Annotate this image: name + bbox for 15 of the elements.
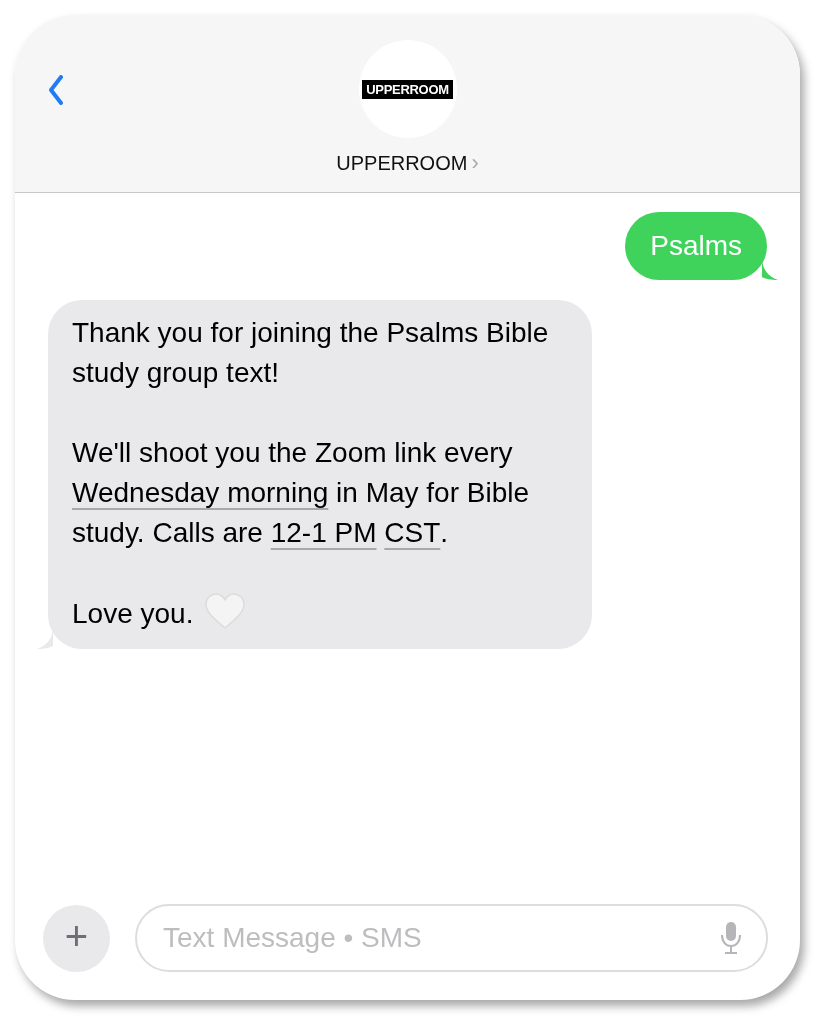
heart-icon <box>205 593 246 629</box>
add-button[interactable]: + <box>43 904 110 972</box>
microphone-icon[interactable] <box>720 921 742 955</box>
message-text: We'll shoot you the Zoom link every Wednesday morning in May for Bible study. Calls are 12-1 PM CST. <box>72 433 568 553</box>
date-link[interactable]: 12-1 PM <box>270 513 377 553</box>
message-text: Thank you for joining the Psalms Bible study group text! <box>72 316 550 390</box>
message-text: Psalms <box>650 229 742 263</box>
message-text: Love you. <box>72 593 568 634</box>
date-link[interactable]: Wednesday morning <box>72 473 329 513</box>
logo: UPPERROOM <box>362 79 453 99</box>
date-link[interactable]: CST <box>384 513 441 553</box>
back-icon[interactable] <box>48 75 64 105</box>
message-field[interactable]: Text Message • SMS <box>135 904 768 972</box>
contact-avatar[interactable]: UPPERROOM <box>358 40 457 138</box>
contact-name[interactable]: UPPERROOM <box>336 151 468 175</box>
